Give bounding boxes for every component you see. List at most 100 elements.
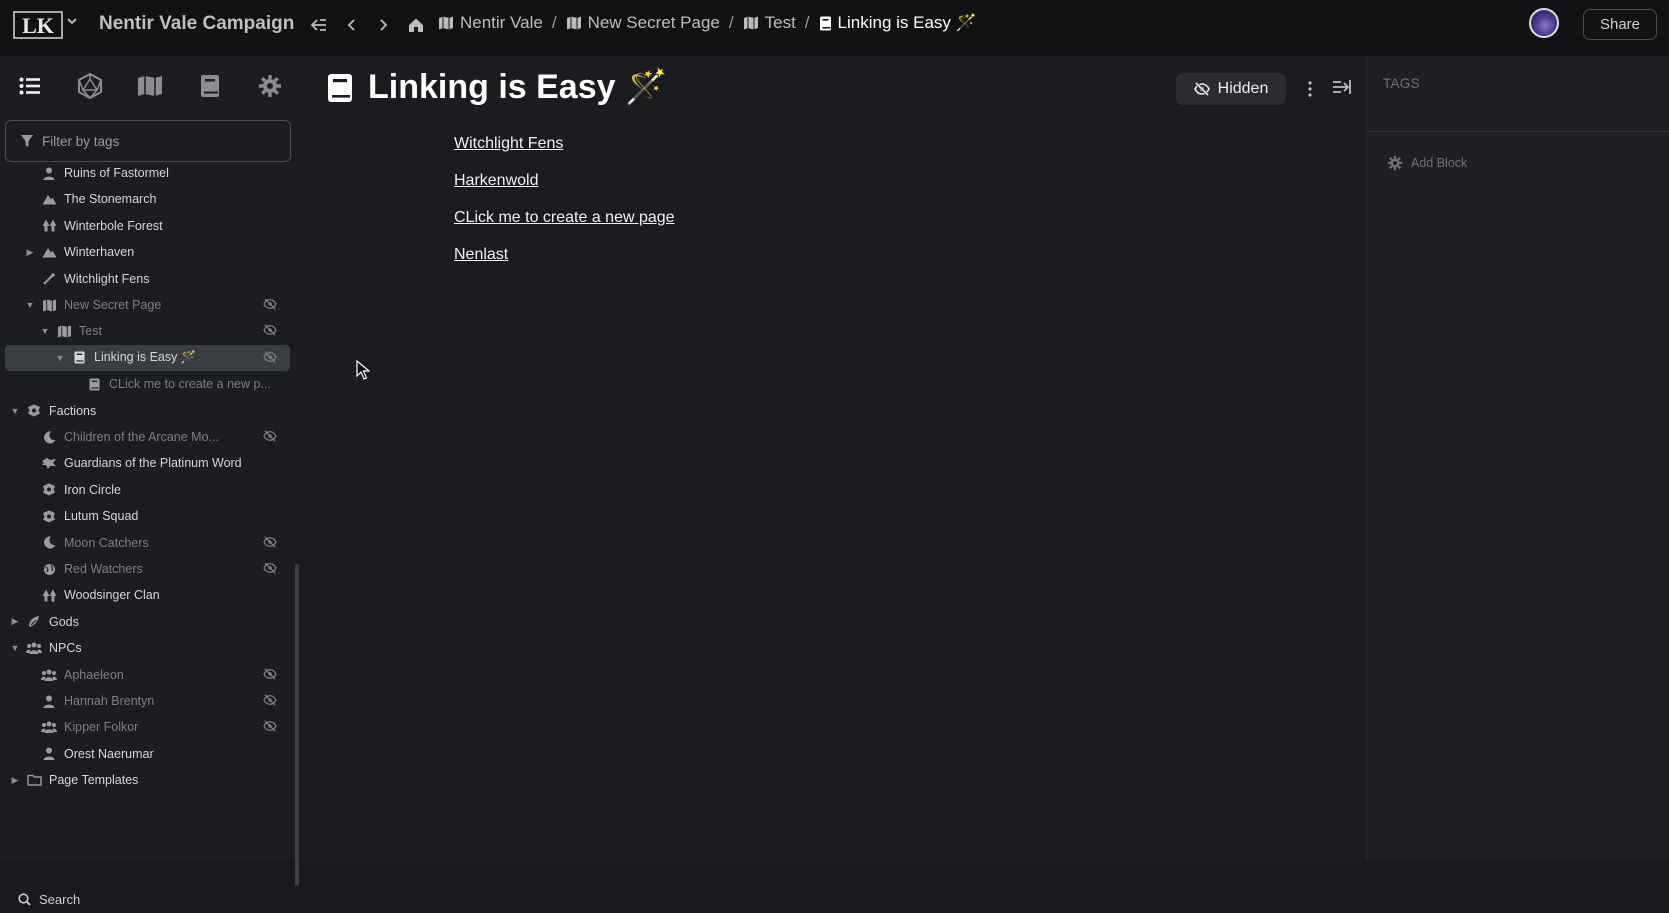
tree-item-label: Moon Catchers — [64, 535, 149, 550]
filter-by-tags-input[interactable]: Filter by tags — [5, 120, 291, 162]
search-button[interactable]: Search — [0, 885, 296, 913]
caret-down-icon[interactable]: ▼ — [25, 300, 35, 310]
sidebar-tabs — [0, 68, 300, 104]
tree-item-label: Guardians of the Platinum Word — [64, 456, 242, 471]
filter-placeholder: Filter by tags — [42, 133, 120, 149]
breadcrumb-item[interactable]: New Secret Page — [566, 13, 720, 33]
page-title[interactable]: Linking is Easy 🪄 — [368, 67, 667, 107]
tree-item-label: Test — [79, 324, 102, 339]
wand-icon — [41, 271, 57, 287]
caret-down-icon[interactable]: ▼ — [40, 326, 50, 336]
tree-item[interactable]: Red Watchers — [0, 556, 292, 582]
breadcrumb: Nentir Vale / New Secret Page / Test / L… — [438, 13, 977, 33]
eye-slash-icon[interactable] — [263, 720, 277, 734]
tree-item[interactable]: ▼ NPCs — [0, 635, 292, 661]
page-link[interactable]: CLick me to create a new page — [454, 208, 675, 245]
tree-item[interactable]: ▼ Factions — [0, 398, 292, 424]
breadcrumb-label: Test — [764, 13, 796, 32]
campaign-name[interactable]: Nentir Vale Campaign — [99, 13, 294, 35]
breadcrumb-item-current[interactable]: Linking is Easy 🪄 — [819, 13, 977, 33]
tree-item[interactable]: Aphaeleon — [0, 662, 292, 688]
caret-down-icon[interactable]: ▼ — [10, 643, 20, 653]
breadcrumb-label: Linking is Easy 🪄 — [837, 13, 977, 32]
tree-item[interactable]: Woodsinger Clan — [0, 582, 292, 608]
tree-item[interactable]: Ruins of Fastormel — [0, 166, 292, 186]
chevron-down-icon[interactable] — [66, 14, 78, 30]
page-link[interactable]: Witchlight Fens — [454, 134, 675, 171]
caret-right-icon[interactable]: ▶ — [10, 616, 20, 627]
tree-item[interactable]: ▶ Page Templates — [0, 767, 292, 793]
collapse-panel-icon[interactable] — [1332, 78, 1354, 100]
more-options-icon[interactable] — [1301, 78, 1319, 100]
forward-icon[interactable] — [372, 14, 394, 36]
search-label: Search — [39, 891, 81, 907]
sidebar-scrollbar[interactable] — [295, 564, 299, 886]
caret-down-icon[interactable]: ▼ — [55, 353, 65, 363]
tree-item-label: CLick me to create a new p... — [109, 377, 271, 392]
tree-item[interactable]: Witchlight Fens — [0, 266, 292, 292]
person-icon — [41, 746, 57, 762]
caret-right-icon[interactable]: ▶ — [10, 775, 20, 786]
page-link[interactable]: Nenlast — [454, 245, 675, 282]
tree-item[interactable]: Hannah Brentyn — [0, 688, 292, 714]
avatar[interactable] — [1529, 8, 1559, 38]
add-block-button[interactable]: Add Block — [1387, 155, 1467, 171]
breadcrumb-item[interactable]: Test — [743, 13, 796, 33]
faction-icon — [41, 508, 57, 524]
tab-list[interactable] — [0, 68, 60, 104]
eye-slash-icon[interactable] — [263, 535, 277, 550]
tree-item-label: Aphaeleon — [64, 667, 124, 682]
caret-down-icon[interactable]: ▼ — [10, 406, 20, 416]
faction-icon — [26, 403, 42, 419]
caret-right-icon[interactable]: ▶ — [25, 247, 35, 258]
d20-icon — [78, 73, 102, 99]
back-icon[interactable] — [341, 14, 363, 36]
tree-item-label: Witchlight Fens — [64, 271, 150, 286]
eye-slash-icon[interactable] — [263, 298, 277, 312]
tab-maps[interactable] — [120, 68, 180, 104]
tags-heading: TAGS — [1383, 76, 1420, 91]
tab-settings[interactable] — [240, 68, 300, 104]
breadcrumb-item[interactable]: Nentir Vale — [438, 13, 543, 33]
eye-slash-icon[interactable] — [263, 562, 277, 576]
tree-item[interactable]: Children of the Arcane Mo... — [0, 424, 292, 450]
group-icon — [41, 667, 57, 683]
tab-books[interactable] — [180, 68, 240, 104]
eye-slash-icon[interactable] — [263, 430, 277, 444]
tree-item-label: Children of the Arcane Mo... — [64, 430, 219, 444]
tree-item[interactable]: Lutum Squad — [0, 503, 292, 529]
tree-item[interactable]: CLick me to create a new p... — [0, 371, 292, 397]
map-icon — [439, 16, 453, 30]
app-logo[interactable]: LK — [12, 10, 64, 40]
tree-item[interactable]: ▼ Test — [0, 318, 292, 344]
visibility-button[interactable]: Hidden — [1176, 73, 1286, 105]
map-icon — [138, 76, 162, 96]
tree-item[interactable]: ▼ Linking is Easy 🪄 — [5, 344, 290, 371]
map-icon — [56, 323, 72, 339]
eye-slash-icon[interactable] — [263, 694, 277, 708]
tree-item[interactable]: ▶ Gods — [0, 609, 292, 635]
collapse-sidebar-icon[interactable] — [308, 14, 330, 36]
tree-item[interactable]: ▼ New Secret Page — [0, 292, 292, 318]
logo-text: LK — [22, 13, 54, 38]
page-body: Witchlight Fens Harkenwold CLick me to c… — [454, 134, 675, 282]
tree-item[interactable]: Orest Naerumar — [0, 741, 292, 767]
page-link[interactable]: Harkenwold — [454, 171, 675, 208]
book-icon — [201, 75, 219, 97]
share-button[interactable]: Share — [1583, 9, 1657, 40]
tree-item[interactable]: Iron Circle — [0, 477, 292, 503]
search-icon — [18, 892, 31, 906]
tree-item[interactable]: ▶ Winterhaven — [0, 239, 292, 265]
tree-item[interactable]: Kipper Folkor — [0, 714, 292, 740]
tree-item[interactable]: Moon Catchers — [0, 530, 292, 556]
eye-slash-icon[interactable] — [263, 351, 277, 365]
right-panel: TAGS Add Block — [1366, 56, 1669, 861]
eye-slash-icon[interactable] — [263, 667, 277, 682]
tab-dice[interactable] — [60, 68, 120, 104]
top-bar: LK Nentir Vale Campaign Nentir Vale / Ne… — [0, 0, 1669, 56]
home-icon[interactable] — [405, 14, 427, 36]
tree-item[interactable]: Guardians of the Platinum Word — [0, 450, 292, 476]
eye-slash-icon[interactable] — [263, 324, 277, 338]
tree-item[interactable]: Winterbole Forest — [0, 213, 292, 239]
tree-item[interactable]: The Stonemarch — [0, 186, 292, 212]
